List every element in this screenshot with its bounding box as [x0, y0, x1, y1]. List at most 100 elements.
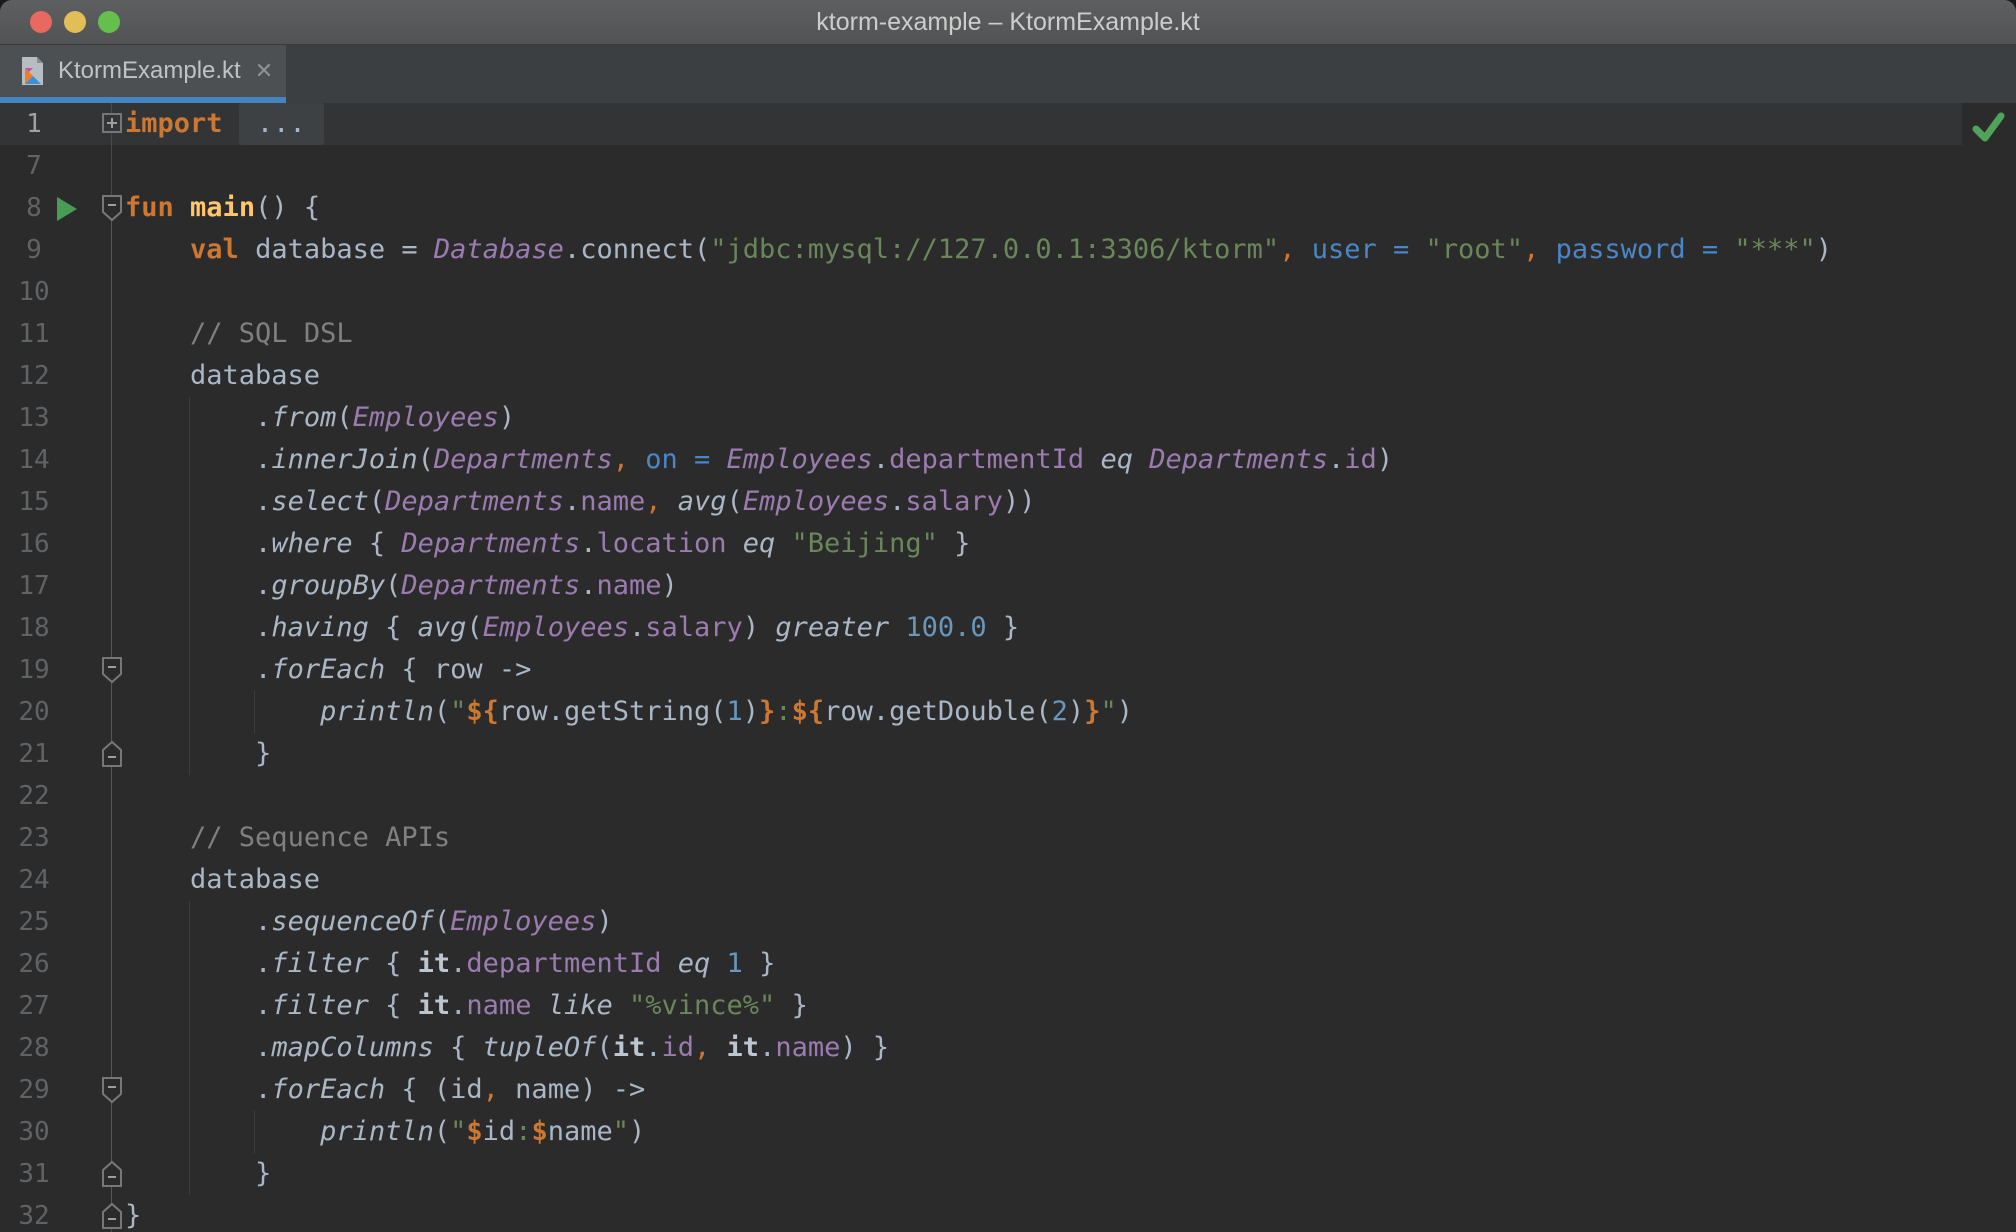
run-main-button[interactable] [55, 196, 79, 229]
line-number[interactable]: 13 [0, 397, 68, 439]
tab-ktormexample[interactable]: KtormExample.kt ✕ [0, 45, 286, 97]
line-number[interactable]: 29 [0, 1069, 68, 1111]
code-line[interactable]: 18 .having { avg(Employees.salary) great… [0, 607, 2016, 649]
token-str: " [450, 1116, 466, 1147]
code-text: println("${row.getString(1)}:${row.getDo… [125, 691, 1133, 733]
editor[interactable]: 1 import ... 78fun main() {9 val database … [0, 103, 2016, 1232]
token-obj: Departments [1149, 444, 1328, 475]
token-pln: . [125, 1032, 271, 1063]
token-pln [775, 528, 791, 559]
fold-marker-up[interactable] [100, 1202, 124, 1232]
fold-marker-up[interactable] [100, 740, 124, 775]
token-itl: println [320, 696, 434, 727]
line-number[interactable]: 7 [0, 145, 68, 187]
line-number[interactable]: 30 [0, 1111, 68, 1153]
token-prop: name [580, 486, 645, 517]
line-number[interactable]: 15 [0, 481, 68, 523]
code-line[interactable]: 28 .mapColumns { tupleOf(it.id, it.name)… [0, 1027, 2016, 1069]
line-number[interactable]: 31 [0, 1153, 68, 1195]
line-number[interactable]: 18 [0, 607, 68, 649]
line-number[interactable]: 17 [0, 565, 68, 607]
fold-marker-down[interactable] [100, 194, 124, 229]
line-number[interactable]: 21 [0, 733, 68, 775]
token-pln: .connect( [564, 234, 710, 265]
line-number[interactable]: 19 [0, 649, 68, 691]
token-pln: . [125, 990, 271, 1021]
code-line[interactable]: 21 } [0, 733, 2016, 775]
code-line[interactable]: 25 .sequenceOf(Employees) [0, 901, 2016, 943]
code-line[interactable]: 19 .forEach { row -> [0, 649, 2016, 691]
token-pln: ( [596, 1032, 612, 1063]
line-number[interactable]: 25 [0, 901, 68, 943]
fold-marker-plus[interactable] [100, 110, 124, 145]
code-line[interactable]: 13 .from(Employees) [0, 397, 2016, 439]
traffic-light-minimize-button[interactable] [64, 11, 86, 33]
fold-marker-up[interactable] [100, 1160, 124, 1195]
code-line[interactable]: 20 println("${row.getString(1)}:${row.ge… [0, 691, 2016, 733]
token-pln: ) [1816, 234, 1832, 265]
token-pln: ( [434, 906, 450, 937]
token-tmpl: $ [531, 1116, 547, 1147]
line-number[interactable]: 22 [0, 775, 68, 817]
fold-marker-down[interactable] [100, 656, 124, 691]
code-text: } [125, 1153, 271, 1195]
line-number[interactable]: 23 [0, 817, 68, 859]
code-line[interactable]: 24 database [0, 859, 2016, 901]
token-pln [531, 990, 547, 1021]
line-number[interactable]: 9 [0, 229, 68, 271]
code-text: fun main() { [125, 187, 320, 229]
code-line[interactable]: 1 import ... [0, 103, 2016, 145]
line-number[interactable]: 16 [0, 523, 68, 565]
code-line[interactable]: 10 [0, 271, 2016, 313]
code-line[interactable]: 17 .groupBy(Departments.name) [0, 565, 2016, 607]
code-line[interactable]: 16 .where { Departments.location eq "Bei… [0, 523, 2016, 565]
line-number[interactable]: 14 [0, 439, 68, 481]
token-tmpl: } [759, 696, 775, 727]
line-number[interactable]: 10 [0, 271, 68, 313]
line-number[interactable]: 12 [0, 355, 68, 397]
line-number[interactable]: 28 [0, 1027, 68, 1069]
line-number[interactable]: 11 [0, 313, 68, 355]
code-text: import ... [125, 103, 324, 145]
code-line[interactable]: 26 .filter { it.departmentId eq 1 } [0, 943, 2016, 985]
code-text: .filter { it.departmentId eq 1 } [125, 943, 775, 985]
code-line[interactable]: 27 .filter { it.name like "%vince%" } [0, 985, 2016, 1027]
code-line[interactable]: 22 [0, 775, 2016, 817]
tab-close-icon[interactable]: ✕ [255, 60, 273, 82]
code-line[interactable]: 7 [0, 145, 2016, 187]
code-line[interactable]: 29 .forEach { (id, name) -> [0, 1069, 2016, 1111]
code-text: .having { avg(Employees.salary) greater … [125, 607, 1019, 649]
line-number[interactable]: 32 [0, 1195, 68, 1232]
code-line[interactable]: 14 .innerJoin(Departments, on = Employee… [0, 439, 2016, 481]
token-pln: ) } [840, 1032, 889, 1063]
folded-imports-placeholder[interactable]: ... [239, 103, 324, 145]
token-pln: . [125, 402, 271, 433]
code-text: .forEach { (id, name) -> [125, 1069, 645, 1111]
code-line[interactable]: 15 .select(Departments.name, avg(Employe… [0, 481, 2016, 523]
inspection-ok-check-icon[interactable] [1968, 107, 2008, 147]
line-number[interactable]: 26 [0, 943, 68, 985]
code-line[interactable]: 31 } [0, 1153, 2016, 1195]
traffic-light-close-button[interactable] [30, 11, 52, 33]
code-line[interactable]: 32} [0, 1195, 2016, 1232]
token-pln: database = [239, 234, 434, 265]
token-pln: } [125, 1158, 271, 1189]
token-comma: , [1523, 234, 1539, 265]
code-text: .where { Departments.location eq "Beijin… [125, 523, 970, 565]
code-line[interactable]: 12 database [0, 355, 2016, 397]
token-str: "%vince%" [629, 990, 775, 1021]
code-text: .forEach { row -> [125, 649, 531, 691]
code-line[interactable]: 9 val database = Database.connect("jdbc:… [0, 229, 2016, 271]
code-line[interactable]: 11 // SQL DSL [0, 313, 2016, 355]
code-line[interactable]: 23 // Sequence APIs [0, 817, 2016, 859]
code-line[interactable]: 30 println("$id:$name") [0, 1111, 2016, 1153]
line-number[interactable]: 27 [0, 985, 68, 1027]
token-itl: where [271, 528, 352, 559]
code-line[interactable]: 8fun main() { [0, 187, 2016, 229]
traffic-light-zoom-button[interactable] [98, 11, 120, 33]
code-text: .groupBy(Departments.name) [125, 565, 678, 607]
fold-marker-down[interactable] [100, 1076, 124, 1111]
line-number[interactable]: 1 [0, 103, 68, 145]
line-number[interactable]: 20 [0, 691, 68, 733]
line-number[interactable]: 24 [0, 859, 68, 901]
